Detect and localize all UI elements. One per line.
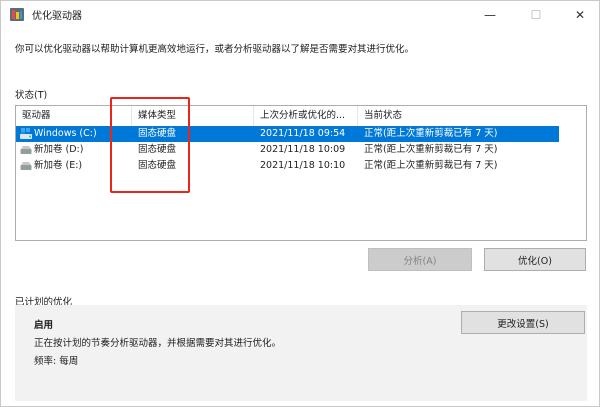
last-run: 2021/11/18 09:54 xyxy=(260,128,346,139)
schedule-state: 启用 xyxy=(34,320,54,331)
drive-row-e[interactable]: 新加卷 (E:) 固态硬盘 2021/11/18 10:10 正常(距上次重新剪… xyxy=(16,158,559,174)
list-header: 驱动器 媒体类型 上次分析或优化的... 当前状态 xyxy=(16,106,586,126)
windows-drive-icon xyxy=(20,128,32,140)
drive-list[interactable]: 驱动器 媒体类型 上次分析或优化的... 当前状态 Windows (C:) 固… xyxy=(15,105,587,241)
description-text: 你可以优化驱动器以帮助计算机更高效地运行，或者分析驱动器以了解是否需要对其进行优… xyxy=(15,44,415,55)
last-run: 2021/11/18 10:09 xyxy=(260,144,346,155)
drive-row-d[interactable]: 新加卷 (D:) 固态硬盘 2021/11/18 10:09 正常(距上次重新剪… xyxy=(16,142,559,158)
analyze-button[interactable]: 分析(A) xyxy=(368,248,472,271)
window-title: 优化驱动器 xyxy=(32,11,82,22)
minimize-icon: — xyxy=(484,8,496,22)
title-bar: 优化驱动器 — ☐ ✕ xyxy=(1,1,599,29)
current-status: 正常(距上次重新剪裁已有 7 天) xyxy=(364,144,498,155)
column-header-current-status[interactable]: 当前状态 xyxy=(358,106,587,126)
optimize-drives-window: 优化驱动器 — ☐ ✕ 你可以优化驱动器以帮助计算机更高效地运行，或者分析驱动器… xyxy=(0,0,600,407)
schedule-frequency: 频率: 每周 xyxy=(34,356,79,367)
current-status: 正常(距上次重新剪裁已有 7 天) xyxy=(364,160,498,171)
close-icon: ✕ xyxy=(574,8,586,22)
change-settings-button[interactable]: 更改设置(S) xyxy=(461,311,585,334)
media-type-highlight-box xyxy=(110,97,190,193)
drive-icon xyxy=(20,160,32,172)
status-label: 状态(T) xyxy=(15,90,48,101)
maximize-icon: ☐ xyxy=(530,8,542,22)
optimize-button[interactable]: 优化(O) xyxy=(484,248,586,271)
defrag-app-icon xyxy=(9,7,25,22)
minimize-button[interactable]: — xyxy=(467,1,513,29)
last-run: 2021/11/18 10:10 xyxy=(260,160,346,171)
current-status: 正常(距上次重新剪裁已有 7 天) xyxy=(364,128,498,139)
drive-row-c[interactable]: Windows (C:) 固态硬盘 2021/11/18 09:54 正常(距上… xyxy=(16,126,559,142)
close-button[interactable]: ✕ xyxy=(557,1,600,29)
schedule-description: 正在按计划的节奏分析驱动器，并根据需要对其进行优化。 xyxy=(34,338,282,349)
maximize-button[interactable]: ☐ xyxy=(513,1,559,29)
drive-icon xyxy=(20,144,32,156)
column-header-last-run[interactable]: 上次分析或优化的... xyxy=(254,106,358,126)
